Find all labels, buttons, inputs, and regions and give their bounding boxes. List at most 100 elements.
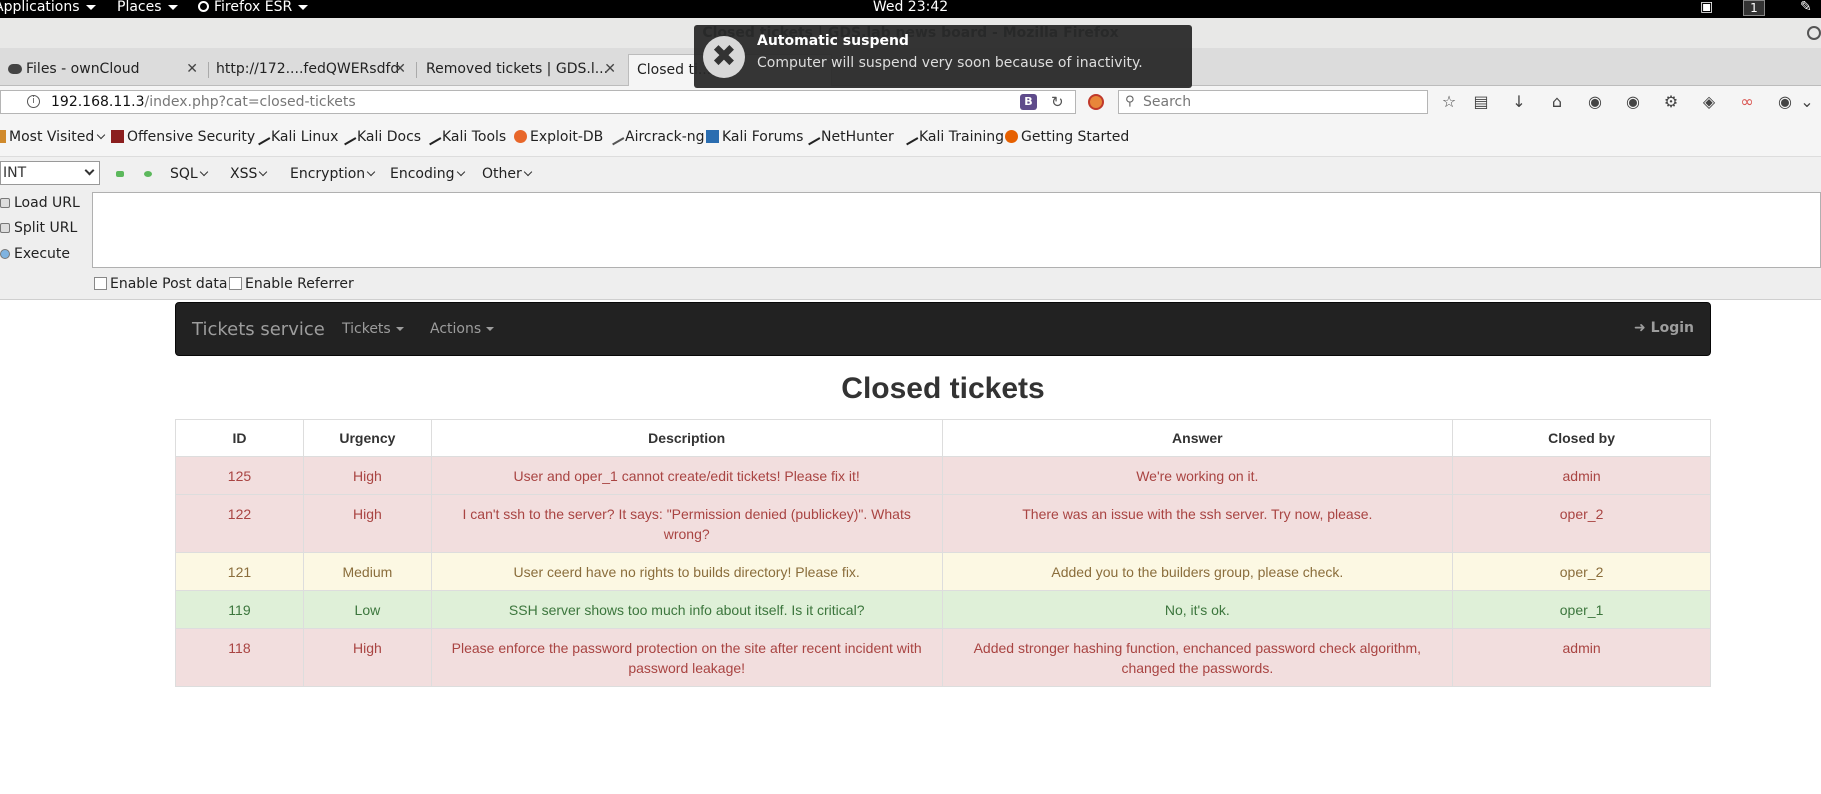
table-row: 119 Low SSH server shows too much info a… <box>175 590 1711 629</box>
chevron-down-icon <box>199 167 208 177</box>
kali-dragon-icon <box>900 127 919 146</box>
nav-label: Tickets <box>342 321 391 337</box>
cell-closed-by: admin <box>1452 628 1711 687</box>
reload-icon[interactable]: ↻ <box>1051 91 1064 113</box>
suspend-notification[interactable]: ✖ Automatic suspend Computer will suspen… <box>694 25 1192 88</box>
nav-actions-dropdown[interactable]: Actions <box>430 321 495 337</box>
tickets-table: ID Urgency Description Answer Closed by … <box>175 419 1711 687</box>
bookmark-most-visited[interactable]: Most Visited <box>0 127 106 147</box>
bookmark-label: Aircrack-ng <box>625 129 705 145</box>
table-row: 125 High User and oper_1 cannot create/e… <box>175 456 1711 495</box>
tab-removed-tickets[interactable]: Removed tickets | GDS.l... ✕ <box>418 54 622 86</box>
tab-close-icon[interactable]: ✕ <box>604 54 616 84</box>
execute-icon <box>0 249 10 259</box>
noscript-icon[interactable] <box>1088 94 1104 110</box>
login-link[interactable]: ➜ Login <box>1634 320 1694 336</box>
search-input[interactable]: ⚲ Search <box>1118 90 1428 114</box>
pen-icon[interactable]: ✎ <box>1800 0 1812 18</box>
exploit-db-icon <box>514 130 527 143</box>
bookmark-label: Exploit-DB <box>530 129 604 145</box>
caret-down-icon <box>486 327 495 331</box>
bookmark-label: Offensive Security <box>127 129 256 145</box>
bookmark-label: Kali Linux <box>271 129 339 145</box>
bookmark-kali-tools[interactable]: Kali Tools <box>423 127 506 147</box>
enable-post-data-checkbox[interactable]: Enable Post data <box>94 276 227 292</box>
cell-answer: No, it's ok. <box>941 590 1454 629</box>
kali-dragon-icon <box>252 127 271 146</box>
reading-list-icon[interactable]: ▤ <box>1470 92 1492 112</box>
tab-close-icon[interactable]: ✕ <box>186 54 198 84</box>
tab-owncloud[interactable]: Files - ownCloud ✕ <box>0 54 204 86</box>
hackbar-menu-encryption[interactable]: Encryption <box>290 164 376 184</box>
cell-id: 122 <box>175 494 304 553</box>
workspace-indicator[interactable]: 1 <box>1743 0 1765 16</box>
home-icon[interactable]: ⌂ <box>1546 92 1568 112</box>
increment-icon[interactable] <box>144 171 152 177</box>
cell-urgency: High <box>302 494 432 553</box>
bookmark-offensive-security[interactable]: Offensive Security <box>111 127 255 147</box>
window-close-icon[interactable] <box>1807 26 1821 40</box>
login-label: Login <box>1650 320 1694 336</box>
tab-url[interactable]: http://172....fedQWERsdfd ✕ <box>208 54 412 86</box>
site-info-icon[interactable]: i <box>27 95 40 108</box>
kali-dragon-icon <box>338 127 357 146</box>
cell-description: User ceerd have no rights to builds dire… <box>430 552 943 591</box>
split-url-button[interactable]: Split URL <box>0 218 77 238</box>
checkbox-box[interactable] <box>229 277 242 290</box>
hackbar-menu-encoding[interactable]: Encoding <box>390 164 465 184</box>
enable-referrer-checkbox[interactable]: Enable Referrer <box>229 276 354 292</box>
execute-button[interactable]: Execute <box>0 244 70 264</box>
checkbox-label: Enable Post data <box>110 276 228 292</box>
bookmark-label: Kali Docs <box>357 129 422 145</box>
hackbar-toolbar: INT SQL XSS Encryption Encoding Other <box>0 156 1821 190</box>
checkbox-box[interactable] <box>94 277 107 290</box>
clock[interactable]: Wed 23:42 <box>0 0 1821 18</box>
overflow-chevron-icon[interactable]: ⌄ <box>1796 92 1818 112</box>
hackbar-menu-xss[interactable]: XSS <box>230 164 268 184</box>
column-header-urgency: Urgency <box>302 419 432 457</box>
bookmark-kali-docs[interactable]: Kali Docs <box>338 127 422 147</box>
hackbar-icon[interactable]: ◉ <box>1774 92 1796 112</box>
site-brand[interactable]: Tickets service <box>192 319 325 340</box>
action-label: Split URL <box>14 220 78 236</box>
bookmark-kali-training[interactable]: Kali Training <box>900 127 1004 147</box>
load-url-button[interactable]: Load URL <box>0 193 80 213</box>
bookmark-exploit-db[interactable]: Exploit-DB <box>514 127 603 147</box>
bookmark-kali-forums[interactable]: Kali Forums <box>706 127 803 147</box>
bookmark-label: NetHunter <box>821 129 894 145</box>
bookmark-nethunter[interactable]: NetHunter <box>802 127 894 147</box>
bookmarks-toolbar: Most Visited Offensive Security Kali Lin… <box>0 118 1821 156</box>
decrement-icon[interactable] <box>116 171 124 177</box>
bootstrap-badge-icon[interactable]: B <box>1020 94 1037 110</box>
url-bar[interactable]: i 192.168.11.3/index.php?cat=closed-tick… <box>0 90 1076 114</box>
hackbar-menu-sql[interactable]: SQL <box>170 164 208 184</box>
extension-gear-icon[interactable]: ⚙ <box>1660 92 1682 112</box>
bookmark-kali-linux[interactable]: Kali Linux <box>252 127 339 147</box>
notification-title: Automatic suspend <box>757 33 909 49</box>
hackbar-select-value: INT <box>3 165 27 181</box>
firefox-icon <box>1005 130 1018 143</box>
cell-closed-by: oper_2 <box>1452 552 1711 591</box>
hackbar-url-textarea[interactable] <box>92 192 1821 268</box>
bookmark-star-icon[interactable]: ☆ <box>1438 92 1460 112</box>
search-icon: ⚲ <box>1125 94 1135 109</box>
window-switcher-icon[interactable]: ▣ <box>1700 0 1713 18</box>
cell-description: I can't ssh to the server? It says: "Per… <box>430 494 943 553</box>
hackbar-menu-other[interactable]: Other <box>482 164 533 184</box>
cell-answer: Added you to the builders group, please … <box>941 552 1454 591</box>
nav-tickets-dropdown[interactable]: Tickets <box>342 321 404 337</box>
download-icon[interactable]: ↓ <box>1508 92 1530 112</box>
pocket-icon[interactable]: ◉ <box>1584 92 1606 112</box>
column-header-closed-by: Closed by <box>1452 419 1711 457</box>
proxy-icon[interactable]: ∞ <box>1736 92 1758 112</box>
globe-icon[interactable]: ◉ <box>1622 92 1644 112</box>
tab-close-icon[interactable]: ✕ <box>394 54 406 84</box>
ublock-shield-icon[interactable]: ◈ <box>1698 92 1720 112</box>
chevron-down-icon <box>259 167 268 177</box>
caret-down-icon <box>395 327 404 331</box>
url-path: /index.php?cat=closed-tickets <box>144 94 356 110</box>
bookmark-aircrack[interactable]: Aircrack-ng <box>606 127 705 147</box>
bookmark-getting-started[interactable]: Getting Started <box>1005 127 1129 147</box>
hackbar-type-select[interactable]: INT <box>0 161 100 185</box>
column-header-id: ID <box>175 419 304 457</box>
